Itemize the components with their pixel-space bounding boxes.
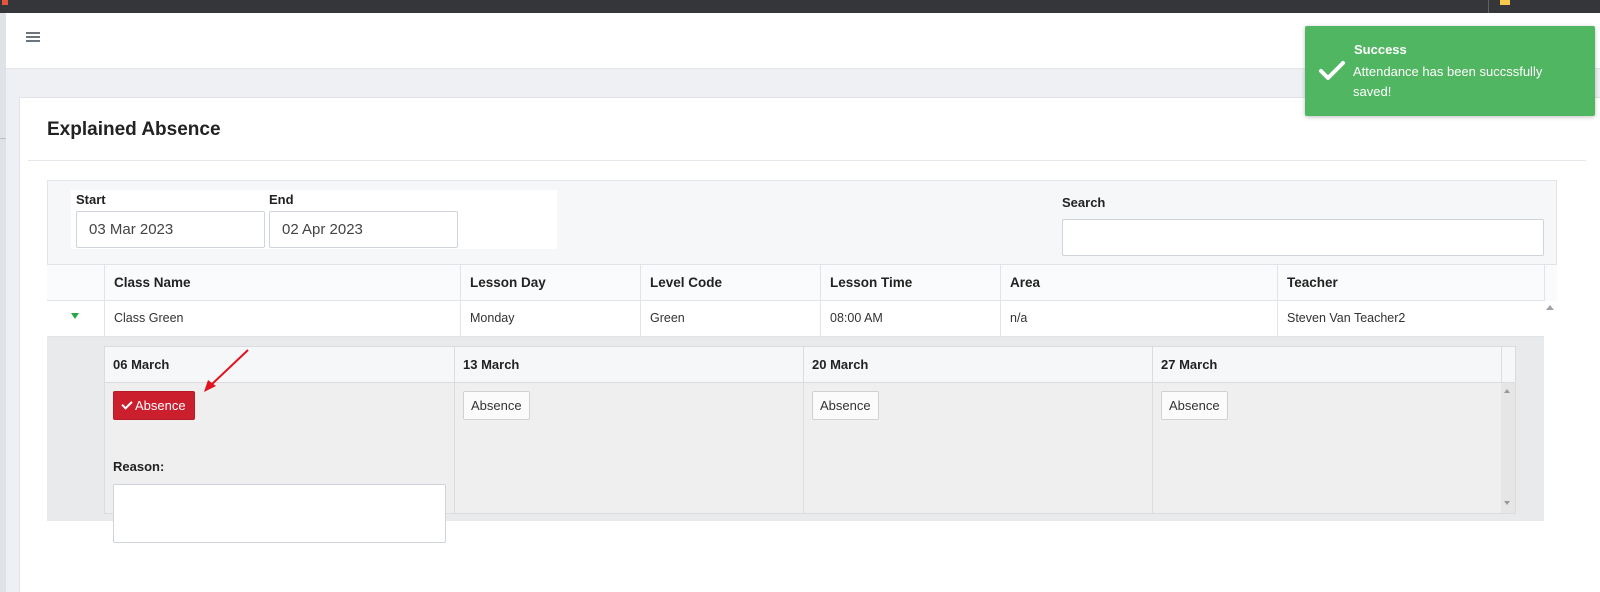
scroll-down-icon[interactable] xyxy=(1504,501,1510,505)
date-header: 06 March xyxy=(113,357,170,372)
cell-class-name: Class Green xyxy=(104,301,460,336)
check-icon xyxy=(1319,61,1345,80)
browser-chrome-bar xyxy=(0,0,1600,13)
date-cell: Absence xyxy=(454,383,803,513)
reason-label: Reason: xyxy=(113,459,165,474)
absence-button[interactable]: Absence xyxy=(463,391,530,420)
search-input[interactable] xyxy=(1062,219,1544,256)
detail-scrollbar[interactable] xyxy=(1501,383,1515,513)
success-toast[interactable]: Success Attendance has been succssfully … xyxy=(1305,26,1595,116)
column-header-teacher[interactable]: Teacher xyxy=(1277,265,1544,301)
cell-level-code: Green xyxy=(640,301,820,336)
hamburger-icon[interactable] xyxy=(26,32,40,43)
table-header: Class Name Lesson Day Level Code Lesson … xyxy=(47,264,1557,301)
date-cell: Absence xyxy=(1152,383,1501,513)
scroll-up-icon[interactable] xyxy=(1546,305,1554,310)
toast-message: Attendance has been succssfully saved! xyxy=(1353,64,1543,99)
column-header-area[interactable]: Area xyxy=(1000,265,1271,301)
browser-favicon xyxy=(2,0,8,5)
end-label: End xyxy=(269,192,294,207)
absence-button-active[interactable]: Absence xyxy=(113,391,195,420)
date-header: 20 March xyxy=(803,347,1152,383)
absence-button-label: Absence xyxy=(135,398,186,413)
date-cell: Absence Reason: xyxy=(105,383,454,543)
triangle-down-icon[interactable] xyxy=(71,313,79,319)
column-header-level-code[interactable]: Level Code xyxy=(640,265,820,301)
start-label: Start xyxy=(76,192,106,207)
end-date-input[interactable]: 02 Apr 2023 xyxy=(269,211,458,248)
row-detail-panel: 06 March 13 March 20 March 27 March Abse… xyxy=(47,337,1544,543)
check-icon xyxy=(121,398,133,410)
extension-icon[interactable] xyxy=(1500,0,1510,5)
detail-header: 06 March 13 March 20 March 27 March xyxy=(105,347,1515,383)
reason-textarea[interactable] xyxy=(113,484,446,543)
column-header-class-name[interactable]: Class Name xyxy=(104,265,460,301)
filter-panel: Start 03 Mar 2023 End 02 Apr 2023 Search xyxy=(47,180,1557,264)
cell-lesson-time: 08:00 AM xyxy=(820,301,1000,336)
toast-title: Success xyxy=(1354,42,1407,57)
absence-button[interactable]: Absence xyxy=(1161,391,1228,420)
title-divider xyxy=(28,160,1586,161)
date-header: 27 March xyxy=(1152,347,1501,383)
column-header-lesson-time[interactable]: Lesson Time xyxy=(820,265,1000,301)
date-cell: Absence xyxy=(803,383,1152,513)
table-row[interactable]: Class Green Monday Green 08:00 AM n/a St… xyxy=(47,301,1544,337)
column-header-lesson-day[interactable]: Lesson Day xyxy=(460,265,640,301)
page-title: Explained Absence xyxy=(47,119,221,140)
start-date-input[interactable]: 03 Mar 2023 xyxy=(76,211,265,248)
cell-area: n/a xyxy=(1000,301,1271,336)
cell-teacher: Steven Van Teacher2 xyxy=(1277,301,1544,336)
cell-lesson-day: Monday xyxy=(460,301,640,336)
table-scrollbar[interactable] xyxy=(1544,301,1557,543)
annotation-arrow xyxy=(204,349,249,392)
date-range-box: Start 03 Mar 2023 End 02 Apr 2023 xyxy=(71,190,557,249)
left-rail xyxy=(0,13,6,592)
attendance-detail-table: 06 March 13 March 20 March 27 March Abse… xyxy=(104,346,1516,543)
browser-divider xyxy=(1488,0,1489,13)
date-header: 13 March xyxy=(454,347,803,383)
scroll-up-icon[interactable] xyxy=(1504,389,1510,393)
absence-button[interactable]: Absence xyxy=(812,391,879,420)
search-label: Search xyxy=(1062,195,1106,210)
